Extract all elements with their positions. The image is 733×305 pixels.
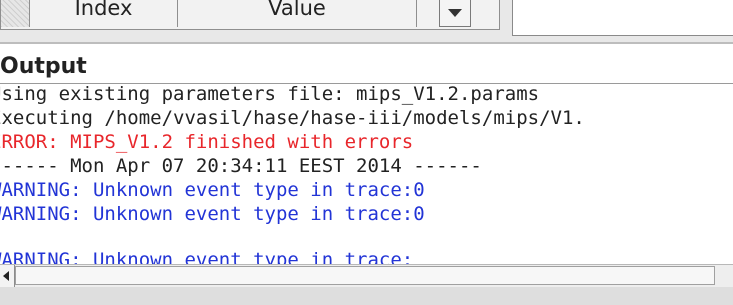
top-separator — [0, 42, 733, 44]
top-toolbar-area: Index Value — [0, 0, 733, 42]
dropdown-button[interactable] — [439, 0, 471, 27]
chevron-down-icon — [448, 9, 462, 17]
scroll-left-button[interactable] — [0, 265, 15, 287]
log-line: WARNING: Unknown event type in trace:0 — [0, 203, 425, 225]
log-line: ------ Mon Apr 07 20:34:11 EEST 2014 ---… — [0, 155, 482, 177]
log-line: WARNING: Unknown event type in trace: — [0, 249, 414, 264]
horizontal-scrollbar[interactable] — [0, 264, 733, 288]
output-console[interactable]: Using existing parameters file: mips_V1.… — [0, 84, 733, 264]
log-line: ERROR: MIPS_V1.2 finished with errors — [0, 131, 414, 153]
column-header-index[interactable]: Index — [30, 0, 178, 27]
parameters-table-header: Index Value — [0, 0, 500, 30]
log-line: Using existing parameters file: mips_V1.… — [0, 84, 540, 105]
arrow-left-icon — [3, 271, 9, 281]
bottom-strip — [0, 287, 733, 305]
output-panel-title: Output — [0, 54, 87, 79]
column-header-value[interactable]: Value — [178, 0, 417, 27]
right-text-field[interactable] — [512, 0, 733, 36]
log-line: WARNING: Unknown event type in trace:0 — [0, 179, 425, 201]
table-corner-cell — [1, 0, 30, 27]
log-line: Executing /home/vvasil/hase/hase-iii/mod… — [0, 107, 585, 129]
scrollbar-thumb[interactable] — [15, 266, 715, 285]
